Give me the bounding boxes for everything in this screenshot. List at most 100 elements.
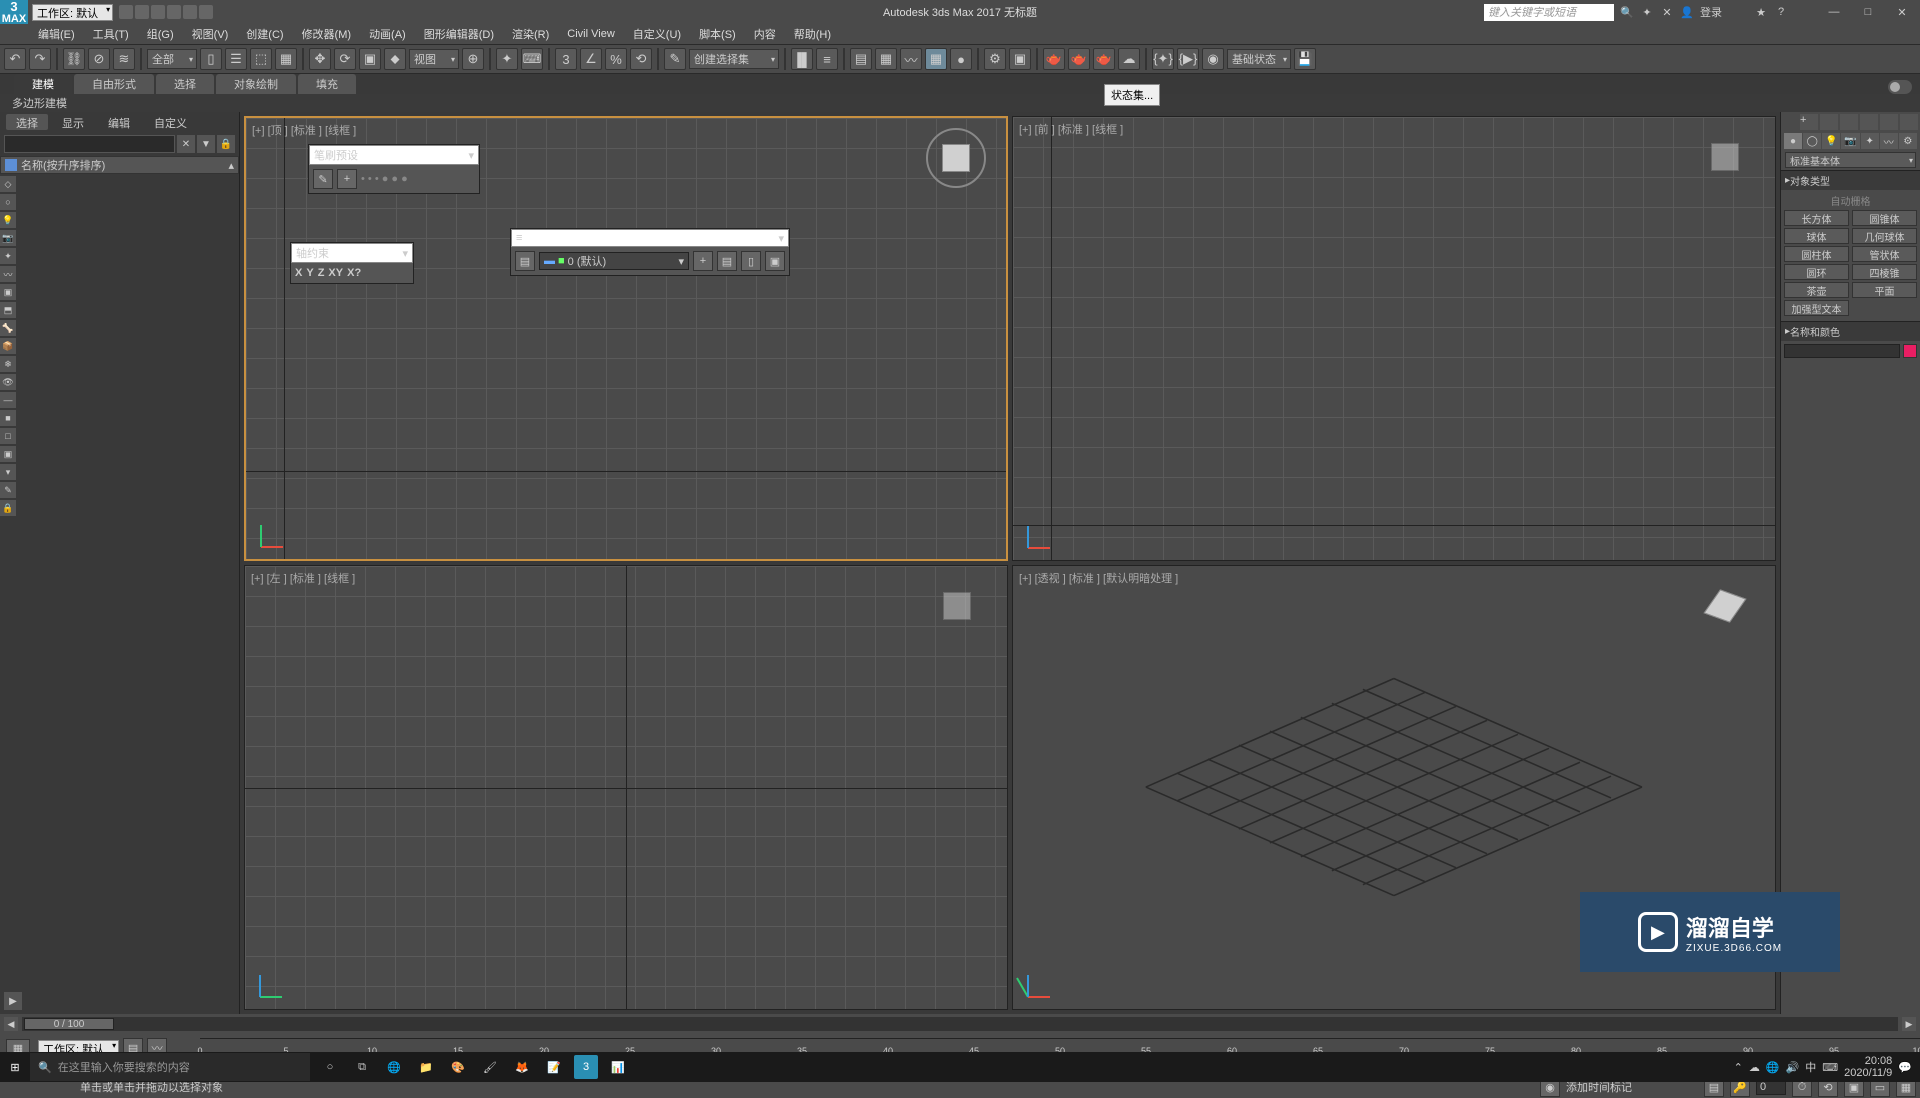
tray-network-icon[interactable]: 🌐	[1766, 1061, 1780, 1074]
schematic-view-button[interactable]: ▦	[925, 48, 947, 70]
tray-onedrive-icon[interactable]: ☁	[1749, 1061, 1760, 1074]
taskbar-search[interactable]: 🔍 在这里输入你要搜索的内容	[30, 1053, 310, 1081]
se-filter-invert-icon[interactable]: ▣	[0, 446, 16, 462]
cp-cat-systems-icon[interactable]: ⚙	[1899, 133, 1917, 149]
cp-btn-plane[interactable]: 平面	[1852, 282, 1917, 298]
float-layer-title[interactable]: ≡▾	[511, 229, 789, 247]
se-column-header[interactable]: 名称(按升序排序) ▴	[0, 156, 239, 174]
help-icon[interactable]: ?	[1774, 5, 1788, 19]
undo-button[interactable]: ↶	[4, 48, 26, 70]
cp-name-input[interactable]	[1784, 344, 1900, 358]
tray-overflow-icon[interactable]: ⌃	[1734, 1061, 1743, 1074]
rendered-frame-button[interactable]: ▣	[1009, 48, 1031, 70]
align-button[interactable]: ≡	[816, 48, 838, 70]
axis-y-button[interactable]: Y	[306, 267, 313, 279]
unlink-button[interactable]: ⊘	[88, 48, 110, 70]
keyboard-shortcut-button[interactable]: ⌨	[521, 48, 543, 70]
manipulate-button[interactable]: ✦	[496, 48, 518, 70]
axis-xz-button[interactable]: X?	[347, 267, 361, 279]
ribbon-tab-populate[interactable]: 填充	[298, 74, 356, 94]
se-filter-containers-icon[interactable]: 📦	[0, 338, 16, 354]
start-button[interactable]: ⊞	[0, 1052, 30, 1082]
tray-ime-icon[interactable]: 中	[1805, 1059, 1816, 1075]
qat-redo-icon[interactable]	[183, 5, 197, 19]
viewport-left[interactable]: [+] [左 ] [标准 ] [线框 ]	[244, 565, 1008, 1010]
float-axis-constraints[interactable]: 轴约束▾ X Y Z XY X?	[290, 242, 414, 284]
curly-run-button[interactable]: {▶}	[1177, 48, 1199, 70]
workspace-selector[interactable]: 工作区: 默认	[32, 4, 113, 21]
menu-rendering[interactable]: 渲染(R)	[504, 24, 557, 44]
render-activeshade-button[interactable]: 🫖	[1093, 48, 1115, 70]
render-online-button[interactable]: ☁	[1118, 48, 1140, 70]
cp-cat-shapes-icon[interactable]: ◯	[1803, 133, 1821, 149]
render-production-button[interactable]: 🫖	[1043, 48, 1065, 70]
cp-btn-tube[interactable]: 管状体	[1852, 246, 1917, 262]
record-button[interactable]: ◉	[1202, 48, 1224, 70]
layer-explorer-button[interactable]: ▤	[850, 48, 872, 70]
app-icon-4[interactable]: 📊	[606, 1055, 630, 1079]
layer-add-icon[interactable]: ▤	[717, 251, 737, 271]
ribbon-tab-freeform[interactable]: 自由形式	[74, 74, 154, 94]
brush-pick-icon[interactable]: ✎	[313, 169, 333, 189]
float-brush-title[interactable]: 笔刷预设▾	[309, 145, 479, 165]
menu-help[interactable]: 帮助(H)	[786, 24, 839, 44]
se-filter-icon[interactable]: ▼	[197, 135, 215, 153]
se-expand-icon[interactable]: ▶	[4, 992, 22, 1010]
menu-edit[interactable]: 编辑(E)	[30, 24, 83, 44]
brush-add-icon[interactable]: +	[337, 169, 357, 189]
subscription-icon[interactable]: ✦	[1640, 5, 1654, 19]
se-filter-xrefs-icon[interactable]: ⬒	[0, 302, 16, 318]
snap-toggle-button[interactable]: 3	[555, 48, 577, 70]
ref-coord-dropdown[interactable]: 视图	[409, 49, 459, 69]
selection-filter-dropdown[interactable]: 全部	[147, 49, 197, 69]
cp-color-swatch[interactable]	[1903, 344, 1917, 358]
se-visibility-icon[interactable]	[5, 159, 17, 171]
menu-group[interactable]: 组(G)	[139, 24, 182, 44]
placement-button[interactable]: ⬥	[384, 48, 406, 70]
cp-category-dropdown[interactable]: 标准基本体	[1785, 152, 1916, 168]
curve-editor-button[interactable]: 〰	[900, 48, 922, 70]
menu-animation[interactable]: 动画(A)	[361, 24, 414, 44]
viewport-top-label[interactable]: [+] [顶 ] [标准 ] [线框 ]	[252, 122, 356, 138]
task-view-icon[interactable]: ⧉	[350, 1055, 374, 1079]
pivot-center-button[interactable]: ⊕	[462, 48, 484, 70]
app-icon-3[interactable]: 📝	[542, 1055, 566, 1079]
axis-z-button[interactable]: Z	[318, 267, 325, 279]
cp-btn-geosphere[interactable]: 几何球体	[1852, 228, 1917, 244]
redo-button[interactable]: ↷	[29, 48, 51, 70]
ribbon-toggle[interactable]	[1888, 80, 1912, 94]
se-filter-cameras-icon[interactable]: 📷	[0, 230, 16, 246]
qat-undo-icon[interactable]	[167, 5, 181, 19]
qat-open-icon[interactable]	[135, 5, 149, 19]
cp-btn-textplus[interactable]: 加强型文本	[1784, 300, 1849, 316]
se-filter-helpers-icon[interactable]: ✦	[0, 248, 16, 264]
layer-select-icon[interactable]: ▯	[741, 251, 761, 271]
app-icon-2[interactable]: 🖌	[478, 1055, 502, 1079]
se-filter-hidden-icon[interactable]: 👁	[0, 374, 16, 390]
minimize-button[interactable]: —	[1820, 3, 1848, 21]
user-icon[interactable]: 👤	[1680, 5, 1694, 19]
menu-civil-view[interactable]: Civil View	[559, 26, 622, 42]
ts-slider-handle[interactable]: 0 / 100	[24, 1018, 114, 1030]
se-filter-misc2-icon[interactable]: ✎	[0, 482, 16, 498]
menu-views[interactable]: 视图(V)	[184, 24, 237, 44]
cp-tab-hierarchy-icon[interactable]	[1840, 114, 1858, 130]
favorite-icon[interactable]: ★	[1754, 5, 1768, 19]
maximize-button[interactable]: □	[1854, 3, 1882, 21]
render-setup-button[interactable]: ⚙	[984, 48, 1006, 70]
select-region-button[interactable]: ⬚	[250, 48, 272, 70]
layer-dropdown[interactable]: ▬■ 0 (默认)▾	[539, 252, 689, 270]
cp-rollout-name-color[interactable]: 名称和颜色	[1781, 321, 1920, 341]
ts-track[interactable]: 0 / 100	[22, 1017, 1898, 1031]
save-state-button[interactable]: 💾	[1294, 48, 1316, 70]
se-filter-spacewarps-icon[interactable]: 〰	[0, 266, 16, 282]
se-filter-none-icon[interactable]: □	[0, 428, 16, 444]
cp-btn-pyramid[interactable]: 四棱锥	[1852, 264, 1917, 280]
layer-manager-icon[interactable]: ▤	[515, 251, 535, 271]
cp-cat-spacewarps-icon[interactable]: 〰	[1880, 133, 1898, 149]
rotate-button[interactable]: ⟳	[334, 48, 356, 70]
menu-content[interactable]: 内容	[746, 24, 784, 44]
qat-project-icon[interactable]	[199, 5, 213, 19]
se-lock-icon[interactable]: 🔒	[217, 135, 235, 153]
viewport-top[interactable]: [+] [顶 ] [标准 ] [线框 ] 笔刷预设▾ ✎ + • • • ● ●…	[244, 116, 1008, 561]
